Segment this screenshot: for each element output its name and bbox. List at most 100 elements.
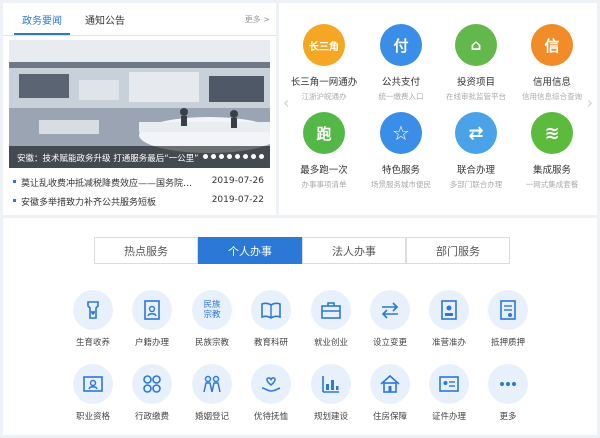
mortgage-icon [488,290,528,330]
tab-personal-affairs[interactable]: 个人办事 [198,237,302,264]
news-tab-bar: 政务要闻 通知公告 更多 > [3,3,276,36]
item-label: 职业资格 [75,412,110,422]
star-service-icon: ☆ [380,112,422,154]
item-pension[interactable]: 优待抚恤 [241,364,301,422]
service-name: 特色服务 [381,165,420,176]
news-title[interactable]: 安徽多举措致力补齐公共服务短板 [21,195,201,208]
item-label: 婚姻登记 [194,412,229,422]
education-icon [251,290,291,330]
service-subtitle: 场景服务城市便民 [371,180,431,189]
ethnic-religion-icon: 民族 宗教 [192,290,232,330]
bullet-icon [13,180,16,183]
slide-dot[interactable] [203,154,208,159]
service-subtitle: 统一缴费入口 [378,92,424,101]
service-name: 公共支付 [381,77,420,88]
household-register-icon [132,290,172,330]
payment-icon: 付 [380,24,422,66]
service-yangtze-delta[interactable]: 长三角 长三角一网通办 江浙沪皖通办 [286,24,362,102]
yangtze-delta-icon: 长三角 [303,24,345,66]
item-label: 证件办理 [431,412,466,422]
item-label: 生育收养 [75,338,110,348]
service-integrated[interactable]: ≋ 集成服务 一网式集成套餐 [514,112,590,190]
item-mortgage[interactable]: 抵押质押 [478,290,538,348]
tab-notices[interactable]: 通知公告 [85,12,125,27]
service-special[interactable]: ☆ 特色服务 场景服务城市便民 [363,112,439,190]
item-certificate[interactable]: 证件办理 [419,364,479,422]
item-label: 设立变更 [372,338,407,348]
marriage-icon [192,364,232,404]
news-panel: 政务要闻 通知公告 更多 > 安徽：技术赋能政务升级 打通服务最后“一公里” 莫… [3,3,276,215]
item-label: 更多 [499,412,517,422]
item-permit[interactable]: 准营准办 [419,290,479,348]
slide-dot[interactable] [219,154,224,159]
item-more[interactable]: 更多 [478,364,538,422]
item-label: 教育科研 [253,338,288,348]
qualification-icon [73,364,113,404]
item-planning[interactable]: 规划建设 [301,364,361,422]
tab-department-services[interactable]: 部门服务 [406,237,510,264]
item-employment[interactable]: 就业创业 [301,290,361,348]
news-list-item[interactable]: 安徽多举措致力补齐公共服务短板 2019-07-22 [9,192,270,210]
investment-icon: ⌂ [455,24,497,66]
item-marriage[interactable]: 婚姻登记 [182,364,242,422]
more-icon [488,364,528,404]
item-establish-change[interactable]: 设立变更 [360,290,420,348]
affairs-panel: 热点服务 个人办事 法人办事 部门服务 生育收养 户籍办理 民族 宗教 民族宗教 … [3,218,597,435]
item-household-register[interactable]: 户籍办理 [122,290,182,348]
service-payment[interactable]: 付 公共支付 统一缴费入口 [363,24,439,102]
slide-caption-bar: 安徽：技术赋能政务升级 打通服务最后“一公里” [9,146,270,168]
run-once-icon: 跑 [303,112,345,154]
bullet-icon [13,199,16,202]
service-panel: ‹ › 长三角 长三角一网通办 江浙沪皖通办 付 公共支付 统一缴费入口 ⌂ 投… [279,3,597,215]
tab-government-news[interactable]: 政务要闻 [14,12,70,35]
slide-dot[interactable] [227,154,232,159]
permit-icon [429,290,469,330]
employment-icon [311,290,351,330]
housing-icon [370,364,410,404]
service-subtitle: 多部门联合办理 [449,180,503,189]
tab-hot-services[interactable]: 热点服务 [94,237,198,264]
pension-icon [251,364,291,404]
item-label: 优待抚恤 [253,412,288,422]
establish-change-icon [370,290,410,330]
news-list-item[interactable]: 莫让乱收费冲抵减税降费效应——国务院… 2019-07-26 [9,173,270,191]
item-admin-fee[interactable]: 行政缴费 [122,364,182,422]
slide-dot[interactable] [251,154,256,159]
more-link[interactable]: 更多 > [245,14,270,25]
service-run-once[interactable]: 跑 最多跑一次 办事事项清单 [286,112,362,190]
slide-dot[interactable] [243,154,248,159]
service-subtitle: 办事事项清单 [301,180,347,189]
service-investment[interactable]: ⌂ 投资项目 在线审批监管平台 [438,24,514,102]
item-birth-adoption[interactable]: 生育收养 [63,290,123,348]
item-education[interactable]: 教育科研 [241,290,301,348]
slide-dot[interactable] [259,154,264,159]
item-qualification[interactable]: 职业资格 [63,364,123,422]
service-subtitle: 一网式集成套餐 [525,180,579,189]
slide-dot[interactable] [211,154,216,159]
slide-dot[interactable] [235,154,240,159]
item-ethnic-religion[interactable]: 民族 宗教 民族宗教 [182,290,242,348]
news-slideshow[interactable]: 安徽：技术赋能政务升级 打通服务最后“一公里” [9,40,270,168]
news-date: 2019-07-26 [211,176,264,186]
slide-caption[interactable]: 安徽：技术赋能政务升级 打通服务最后“一公里” [17,152,199,164]
service-joint[interactable]: ⇄ 联合办理 多部门联合办理 [438,112,514,190]
service-subtitle: 在线审批监管平台 [446,92,506,101]
service-name: 集成服务 [532,165,571,176]
news-title[interactable]: 莫让乱收费冲抵减税降费效应——国务院… [21,176,201,189]
item-label: 就业创业 [313,338,348,348]
item-label: 民族宗教 [194,338,229,348]
tab-corporate-affairs[interactable]: 法人办事 [302,237,406,264]
service-credit[interactable]: 信 信用信息 信用信息综合查询 [514,24,590,102]
item-housing[interactable]: 住房保障 [360,364,420,422]
item-label: 准营准办 [431,338,466,348]
item-label: 住房保障 [372,412,407,422]
service-name: 长三角一网通办 [290,77,358,88]
service-subtitle: 信用信息综合查询 [522,92,582,101]
service-name: 投资项目 [456,77,495,88]
item-label: 抵押质押 [490,338,525,348]
admin-fee-icon [132,364,172,404]
certificate-icon [429,364,469,404]
item-label: 行政缴费 [134,412,169,422]
slide-pager [203,154,264,159]
credit-icon: 信 [531,24,573,66]
